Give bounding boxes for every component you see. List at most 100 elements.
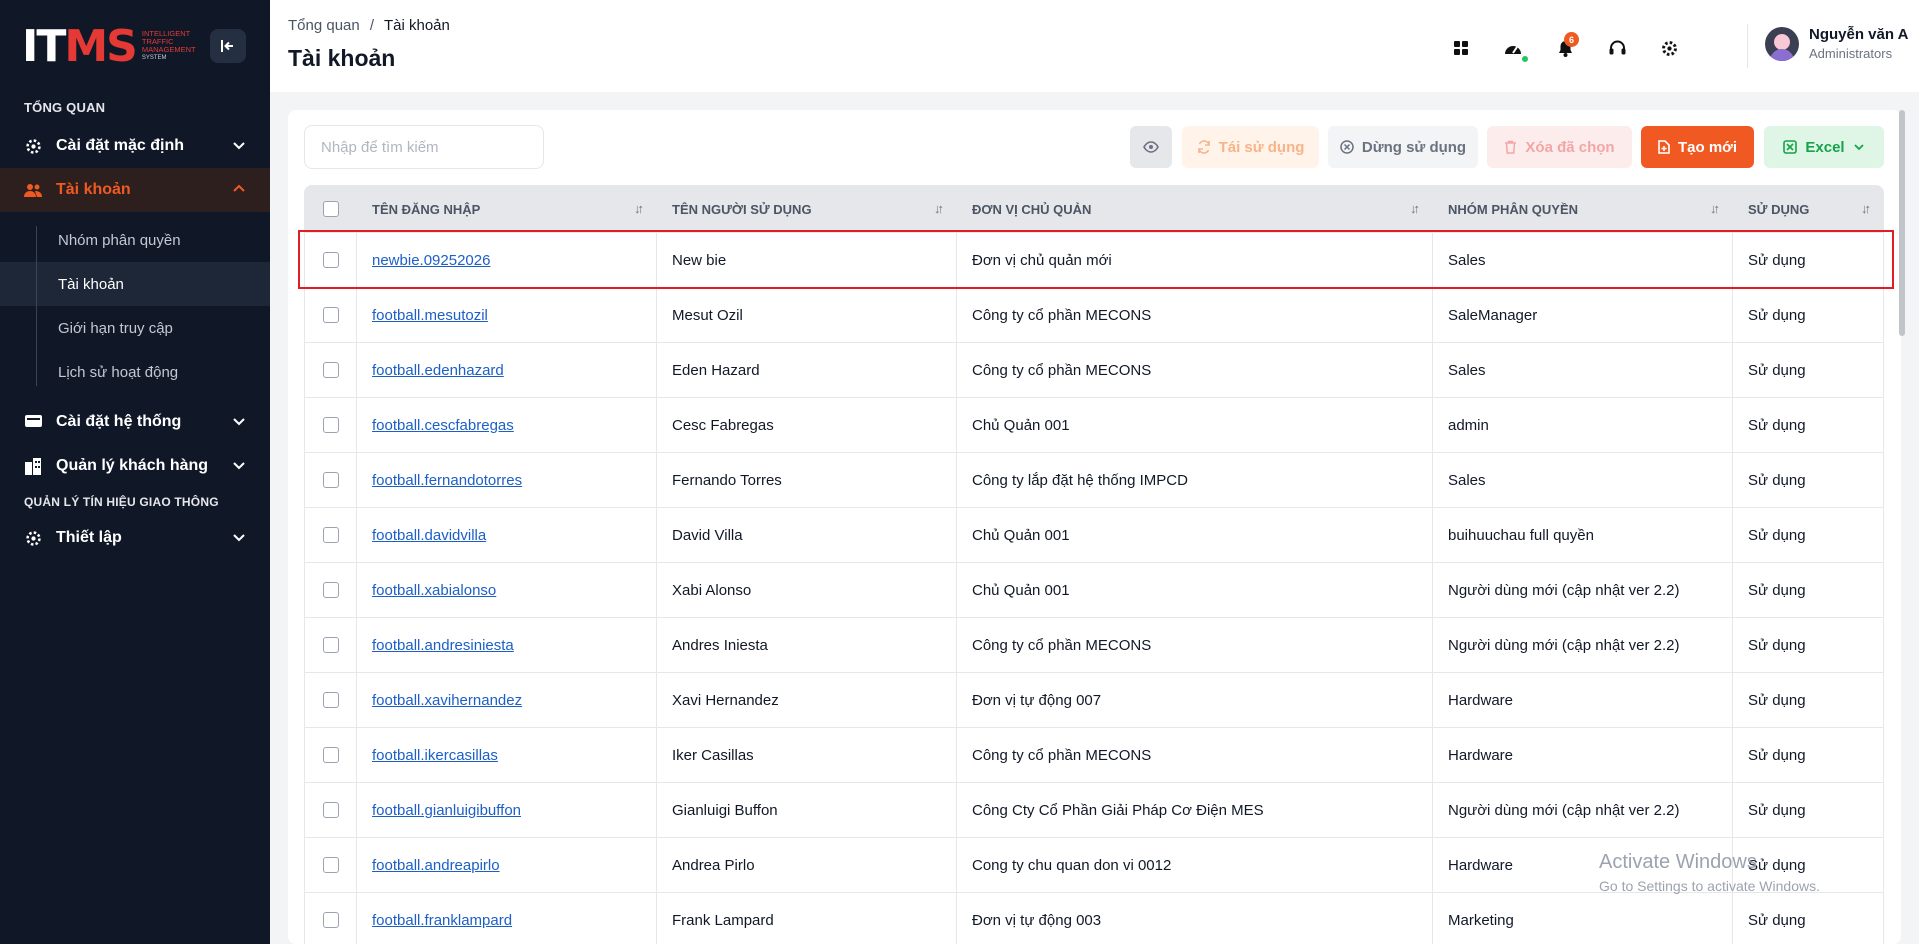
- settings-button[interactable]: [1651, 30, 1687, 66]
- username-link[interactable]: football.ikercasillas: [372, 747, 498, 764]
- row-select-cell: [304, 508, 357, 562]
- column-permission-group[interactable]: NHÓM PHÂN QUYỀN ↓↑: [1433, 185, 1733, 233]
- full-name-text: Iker Casillas: [672, 746, 754, 764]
- full-name-cell: Iker Casillas: [657, 728, 957, 782]
- permission-group-text: Sales: [1448, 361, 1486, 379]
- row-checkbox[interactable]: [322, 912, 339, 928]
- reuse-button[interactable]: Tái sử dụng: [1182, 126, 1319, 168]
- username-cell: football.xavihernandez: [357, 673, 657, 727]
- stop-using-button[interactable]: Dừng sử dụng: [1328, 126, 1478, 168]
- username-cell: football.davidvilla: [357, 508, 657, 562]
- create-new-button[interactable]: Tạo mới: [1641, 126, 1754, 168]
- table-row[interactable]: football.cescfabregas Cesc Fabregas Chủ Qu…: [304, 398, 1884, 453]
- sort-icon[interactable]: ↓↑: [1710, 201, 1720, 216]
- row-checkbox[interactable]: [322, 252, 339, 268]
- apps-button[interactable]: [1443, 30, 1479, 66]
- sidebar-subitem-access-limit[interactable]: Giới hạn truy cập: [0, 306, 270, 350]
- account-submenu: Nhóm phân quyền Tài khoản Giới hạn truy …: [0, 212, 270, 400]
- full-name-cell: New bie: [657, 233, 957, 287]
- chevron-down-icon: [233, 534, 245, 542]
- notification-count-badge: 6: [1564, 32, 1579, 47]
- collapse-sidebar-button[interactable]: [210, 29, 246, 63]
- username-link[interactable]: football.gianluigibuffon: [372, 802, 521, 819]
- username-link[interactable]: football.fernandotorres: [372, 472, 522, 489]
- status-text: Sử dụng: [1748, 416, 1806, 434]
- column-full-name[interactable]: TÊN NGƯỜI SỬ DỤNG ↓↑: [657, 185, 957, 233]
- column-status[interactable]: SỬ DỤNG ↓↑: [1733, 185, 1884, 233]
- table-row[interactable]: football.davidvilla David Villa Chủ Quản 0…: [304, 508, 1884, 563]
- row-checkbox[interactable]: [322, 472, 339, 488]
- username-link[interactable]: football.edenhazard: [372, 362, 504, 379]
- table-row[interactable]: newbie.09252026 New bie Đơn vị chủ quản mớ…: [304, 233, 1884, 288]
- toggle-columns-button[interactable]: [1130, 126, 1172, 168]
- sidebar-item-default-settings[interactable]: Cài đặt mặc định: [0, 124, 270, 168]
- sort-icon[interactable]: ↓↑: [634, 201, 644, 216]
- users-icon: [24, 181, 42, 199]
- permission-group-text: Hardware: [1448, 691, 1514, 709]
- table-row[interactable]: football.edenhazard Eden Hazard Công ty cổ…: [304, 343, 1884, 398]
- username-link[interactable]: football.franklampard: [372, 912, 512, 929]
- sidebar-item-setup[interactable]: Thiết lập: [0, 516, 270, 560]
- table-row[interactable]: football.fernandotorres Fernando Torres Cô…: [304, 453, 1884, 508]
- permission-group-text: admin: [1448, 416, 1489, 434]
- sort-icon[interactable]: ↓↑: [1861, 201, 1871, 216]
- table-row[interactable]: football.gianluigibuffon Gianluigi Buffon…: [304, 783, 1884, 838]
- column-unit[interactable]: ĐƠN VỊ CHỦ QUẢN ↓↑: [957, 185, 1433, 233]
- username-cell: football.edenhazard: [357, 343, 657, 397]
- row-checkbox[interactable]: [322, 747, 339, 763]
- username-link[interactable]: football.davidvilla: [372, 527, 486, 544]
- user-role: Administrators: [1809, 46, 1893, 61]
- notifications-button[interactable]: 6: [1547, 30, 1583, 66]
- permission-group-cell: SaleManager: [1433, 288, 1733, 342]
- building-icon: [24, 457, 42, 475]
- settings-icon: [24, 529, 42, 547]
- sort-icon[interactable]: ↓↑: [1410, 201, 1420, 216]
- chevron-down-icon: [1853, 144, 1864, 151]
- row-checkbox[interactable]: [322, 527, 339, 543]
- table-row[interactable]: football.franklampard Frank Lampard Đơn vị…: [304, 893, 1884, 944]
- sidebar-item-label: Cài đặt mặc định: [56, 137, 185, 154]
- table-row[interactable]: football.andresiniesta Andres Iniesta Công…: [304, 618, 1884, 673]
- username-link[interactable]: football.mesutozil: [372, 307, 488, 324]
- status-cell: Sử dụng: [1733, 233, 1884, 287]
- sidebar-subitem-permission-groups[interactable]: Nhóm phân quyền: [0, 218, 270, 262]
- table-row[interactable]: football.mesutozil Mesut Ozil Công ty cổ p…: [304, 288, 1884, 343]
- row-checkbox[interactable]: [322, 417, 339, 433]
- sidebar-subitem-accounts[interactable]: Tài khoản: [0, 262, 270, 306]
- row-checkbox[interactable]: [322, 692, 339, 708]
- sidebar-subitem-activity-history[interactable]: Lịch sử hoạt động: [0, 350, 270, 394]
- permission-group-cell: Người dùng mới (cập nhật ver 2.2): [1433, 618, 1733, 672]
- permission-group-cell: Marketing: [1433, 893, 1733, 944]
- username-link[interactable]: football.andreapirlo: [372, 857, 500, 874]
- username-cell: football.fernandotorres: [357, 453, 657, 507]
- username-link[interactable]: newbie.09252026: [372, 252, 490, 269]
- username-link[interactable]: football.cescfabregas: [372, 417, 514, 434]
- username-link[interactable]: football.andresiniesta: [372, 637, 514, 654]
- page-scrollbar[interactable]: [1899, 110, 1905, 336]
- row-checkbox[interactable]: [322, 857, 339, 873]
- sidebar-item-customer-management[interactable]: Quản lý khách hàng: [0, 444, 270, 488]
- excel-export-button[interactable]: Excel: [1764, 126, 1884, 168]
- table-row[interactable]: football.xabialonso Xabi Alonso Chủ Quản 0…: [304, 563, 1884, 618]
- full-name-text: Gianluigi Buffon: [672, 801, 778, 819]
- permission-group-cell: Hardware: [1433, 673, 1733, 727]
- sort-icon[interactable]: ↓↑: [934, 201, 944, 216]
- sidebar-item-account[interactable]: Tài khoản: [0, 168, 270, 212]
- row-checkbox[interactable]: [322, 802, 339, 818]
- user-menu[interactable]: Nguyễn văn A Administrators: [1765, 26, 1908, 61]
- column-username[interactable]: TÊN ĐĂNG NHẬP ↓↑: [357, 185, 657, 233]
- row-checkbox[interactable]: [322, 582, 339, 598]
- breadcrumb-root[interactable]: Tổng quan: [288, 17, 360, 34]
- sidebar-item-system-settings[interactable]: Cài đặt hệ thống: [0, 400, 270, 444]
- username-link[interactable]: football.xavihernandez: [372, 692, 522, 709]
- delete-selected-button[interactable]: Xóa đã chọn: [1487, 126, 1632, 168]
- select-all-checkbox[interactable]: [322, 201, 339, 217]
- row-checkbox[interactable]: [322, 362, 339, 378]
- table-row[interactable]: football.ikercasillas Iker Casillas Công t…: [304, 728, 1884, 783]
- username-link[interactable]: football.xabialonso: [372, 582, 496, 599]
- row-checkbox[interactable]: [322, 637, 339, 653]
- search-input[interactable]: [304, 125, 544, 169]
- table-row[interactable]: football.xavihernandez Xavi Hernandez Đơn …: [304, 673, 1884, 728]
- support-button[interactable]: [1599, 30, 1635, 66]
- row-checkbox[interactable]: [322, 307, 339, 323]
